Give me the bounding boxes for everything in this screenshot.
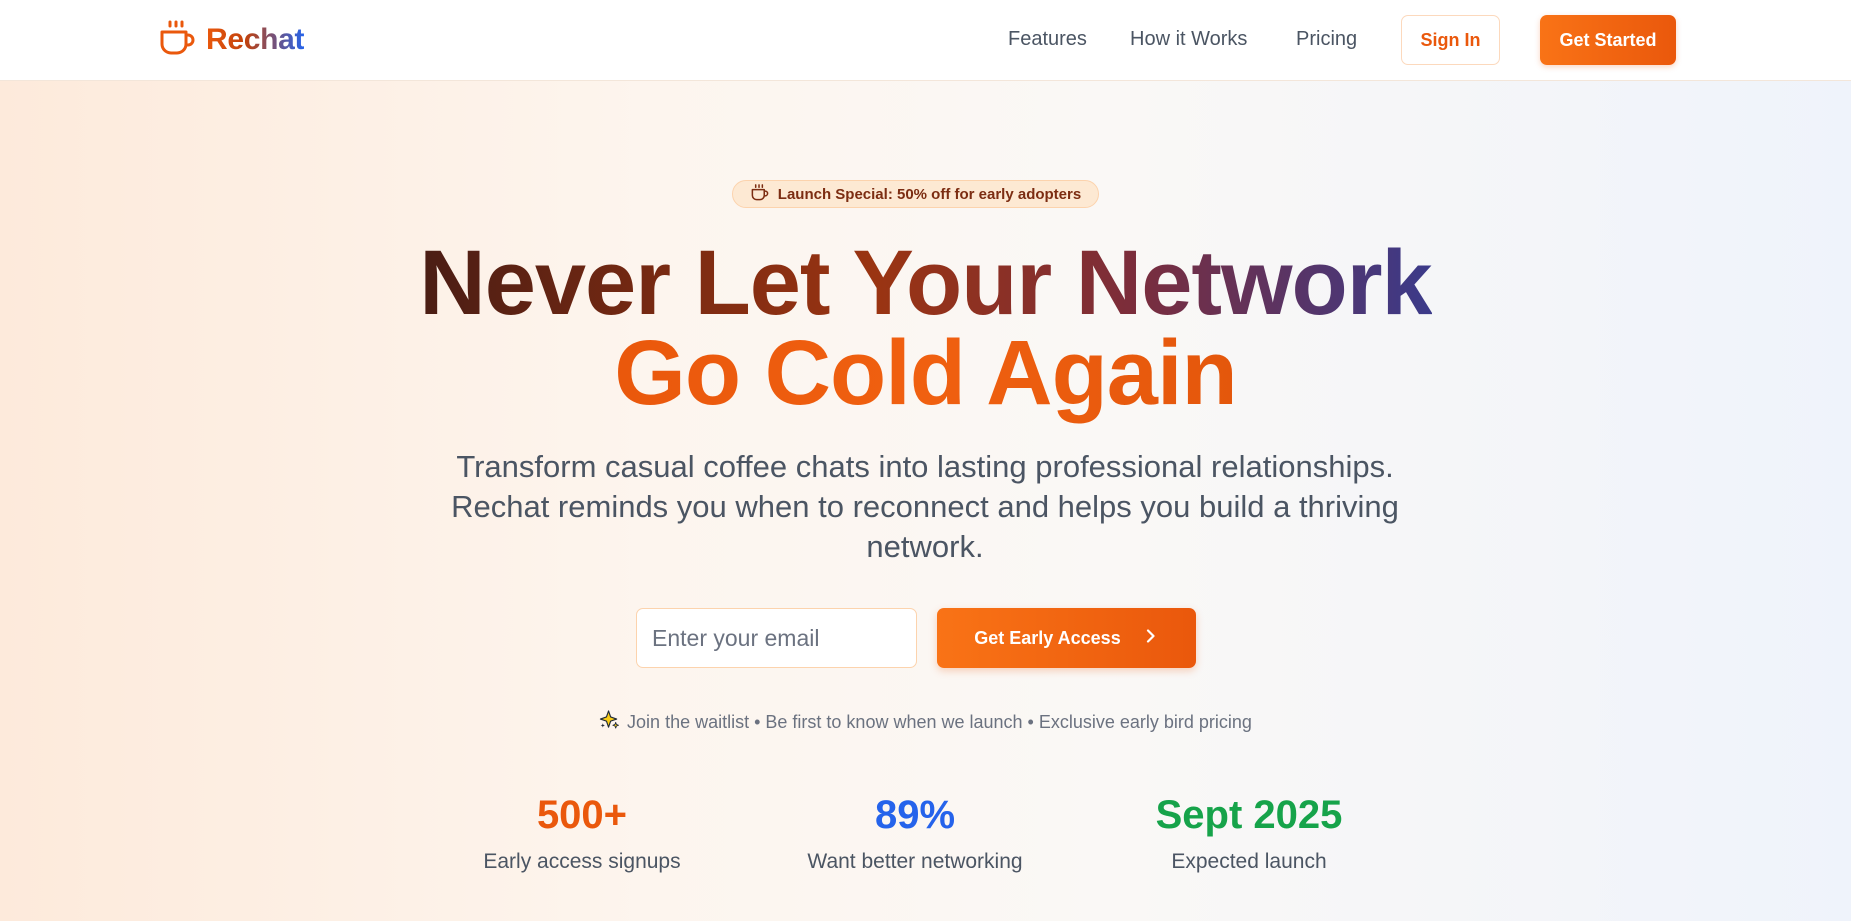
- stat-signups: 500+ Early access signups: [432, 790, 732, 874]
- nav-features-link[interactable]: Features: [1008, 28, 1087, 51]
- stat-label: Expected launch: [1171, 850, 1327, 873]
- chevron-right-icon: [1141, 627, 1159, 650]
- stat-value: 500+: [536, 793, 628, 837]
- headline-line-2: Go Cold Again: [0, 318, 1851, 428]
- coffee-cup-icon: [158, 19, 196, 62]
- launch-special-badge: Launch Special: 50% off for early adopte…: [732, 180, 1099, 208]
- waitlist-note-text: Join the waitlist • Be first to know whe…: [627, 711, 1252, 732]
- email-input[interactable]: [636, 608, 917, 668]
- brand-logo[interactable]: Rechat: [158, 19, 305, 62]
- nav-how-it-works-link[interactable]: How it Works: [1130, 28, 1247, 51]
- stat-value: Sept 2025: [1155, 793, 1343, 837]
- hero-subtitle: Transform casual coffee chats into lasti…: [451, 449, 1399, 564]
- sign-in-button[interactable]: Sign In: [1401, 15, 1500, 65]
- sparkles-icon: [599, 709, 620, 735]
- coffee-cup-icon: [750, 183, 769, 206]
- stat-value: 89%: [874, 793, 956, 837]
- get-started-button[interactable]: Get Started: [1540, 15, 1676, 65]
- stat-networking: 89% Want better networking: [765, 790, 1065, 874]
- headline-line-2-text: Go Cold Again: [614, 322, 1237, 424]
- stat-launch: Sept 2025 Expected launch: [1099, 790, 1399, 874]
- get-early-access-button[interactable]: Get Early Access: [937, 608, 1196, 668]
- brand-name: Rechat: [206, 23, 305, 56]
- badge-text: Launch Special: 50% off for early adopte…: [777, 185, 1082, 203]
- nav-pricing-link[interactable]: Pricing: [1296, 28, 1357, 51]
- stat-label: Early access signups: [483, 850, 681, 873]
- site-header: Rechat Features How it Works Pricing Sig…: [0, 0, 1851, 81]
- stat-label: Want better networking: [807, 850, 1023, 873]
- waitlist-note: Join the waitlist • Be first to know whe…: [0, 709, 1851, 735]
- cta-label: Get Early Access: [974, 627, 1121, 648]
